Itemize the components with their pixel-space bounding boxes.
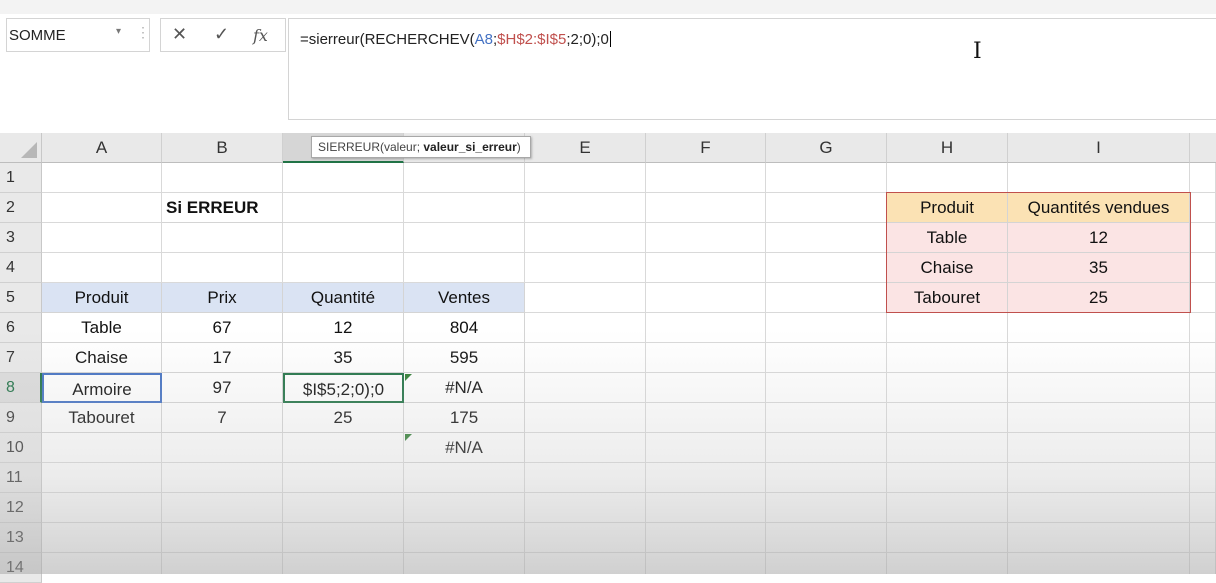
- column-header-h[interactable]: H: [887, 133, 1008, 163]
- row-header-1[interactable]: 1: [0, 163, 42, 193]
- grid-row-line: [42, 552, 1216, 553]
- row-header-6[interactable]: 6: [0, 313, 42, 343]
- tooltip-text: SIERREUR(valeur;: [318, 140, 424, 154]
- grid-column-line: [765, 163, 766, 574]
- cell-i2-header[interactable]: Quantités vendues: [1008, 193, 1190, 223]
- grid-row-line: [42, 462, 1216, 463]
- cell-b6[interactable]: 67: [162, 313, 283, 343]
- cell-a5-header[interactable]: Produit: [42, 283, 162, 313]
- cell-b9[interactable]: 7: [162, 403, 283, 433]
- row-header-14[interactable]: 14: [0, 553, 42, 583]
- row-header-3[interactable]: 3: [0, 223, 42, 253]
- tooltip-close-paren: ): [516, 140, 521, 154]
- formula-bar-area: SOMME ▾ ⋮ ✕ ✓ fx =sierreur(RECHERCHEV(A8…: [0, 14, 1216, 133]
- formula-bar-separator-icon: ⋮: [136, 24, 150, 40]
- cell-d8[interactable]: #N/A: [404, 373, 525, 403]
- row-header-4[interactable]: 4: [0, 253, 42, 283]
- cell-c6[interactable]: 12: [283, 313, 404, 343]
- select-all-corner[interactable]: [0, 133, 42, 163]
- row-header-13[interactable]: 13: [0, 523, 42, 553]
- column-header-j[interactable]: [1190, 133, 1216, 163]
- text-cursor: [609, 31, 611, 47]
- name-box[interactable]: SOMME ▾: [6, 18, 150, 52]
- cell-a6[interactable]: Table: [42, 313, 162, 343]
- cell-d6[interactable]: 804: [404, 313, 525, 343]
- insert-function-icon[interactable]: fx: [253, 26, 268, 45]
- cell-c5-header[interactable]: Quantité: [283, 283, 404, 313]
- row-header-11[interactable]: 11: [0, 463, 42, 493]
- grid-column-line: [645, 163, 646, 574]
- row-header-10[interactable]: 10: [0, 433, 42, 463]
- cell-d9[interactable]: 175: [404, 403, 525, 433]
- column-header-g[interactable]: G: [766, 133, 887, 163]
- top-menu-strip: [0, 0, 1216, 15]
- function-tooltip[interactable]: SIERREUR(valeur; valeur_si_erreur): [311, 136, 531, 158]
- formula-buttons: ✕ ✓ fx: [160, 18, 286, 52]
- cell-i4[interactable]: 35: [1008, 253, 1190, 283]
- cell-b8[interactable]: 97: [162, 373, 283, 403]
- grid-row-line: [42, 492, 1216, 493]
- name-box-value: SOMME: [9, 27, 66, 44]
- enter-check-icon[interactable]: ✓: [214, 24, 229, 45]
- cell-d7[interactable]: 595: [404, 343, 525, 373]
- cell-d5-header[interactable]: Ventes: [404, 283, 525, 313]
- formula-suffix: ;2;0);0: [566, 31, 609, 48]
- cell-d10[interactable]: #N/A: [404, 433, 525, 463]
- row-header-8[interactable]: 8: [0, 373, 42, 403]
- cell-b7[interactable]: 17: [162, 343, 283, 373]
- cell-a7[interactable]: Chaise: [42, 343, 162, 373]
- error-indicator-icon: [405, 374, 412, 381]
- cell-i5[interactable]: 25: [1008, 283, 1190, 313]
- formula-prefix: =sierreur(RECHERCHEV(: [300, 31, 475, 48]
- column-header-f[interactable]: F: [646, 133, 766, 163]
- cell-a9[interactable]: Tabouret: [42, 403, 162, 433]
- cell-c7[interactable]: 35: [283, 343, 404, 373]
- name-box-dropdown-icon[interactable]: ▾: [116, 26, 121, 37]
- cell-i3[interactable]: 12: [1008, 223, 1190, 253]
- row-header-9[interactable]: 9: [0, 403, 42, 433]
- cancel-icon[interactable]: ✕: [172, 24, 187, 45]
- ibeam-cursor-icon: I: [973, 39, 982, 64]
- row-header-2[interactable]: 2: [0, 193, 42, 223]
- column-header-i[interactable]: I: [1008, 133, 1190, 163]
- cell-b2-title[interactable]: Si ERREUR: [162, 193, 283, 223]
- row-header-7[interactable]: 7: [0, 343, 42, 373]
- grid-row-line: [42, 522, 1216, 523]
- tooltip-current-arg: valeur_si_erreur: [423, 140, 517, 154]
- formula-ref-range: $H$2:$I$5: [497, 31, 567, 48]
- formula-text: =sierreur(RECHERCHEV(A8;$H$2:$I$5;2;0);0: [300, 31, 611, 48]
- cell-h4[interactable]: Chaise: [887, 253, 1008, 283]
- cell-h3[interactable]: Table: [887, 223, 1008, 253]
- formula-ref-a8: A8: [474, 31, 493, 48]
- column-header-b[interactable]: B: [162, 133, 283, 163]
- cell-c9[interactable]: 25: [283, 403, 404, 433]
- column-header-a[interactable]: A: [42, 133, 162, 163]
- cell-b5-header[interactable]: Prix: [162, 283, 283, 313]
- cell-h5[interactable]: Tabouret: [887, 283, 1008, 313]
- row-header-5[interactable]: 5: [0, 283, 42, 313]
- formula-input[interactable]: =sierreur(RECHERCHEV(A8;$H$2:$I$5;2;0);0…: [288, 18, 1216, 120]
- cell-a8-referenced[interactable]: Armoire: [42, 373, 162, 403]
- cell-h2-header[interactable]: Produit: [887, 193, 1008, 223]
- cell-c8-active-editing[interactable]: $I$5;2;0);0: [283, 373, 404, 403]
- error-indicator-icon: [405, 434, 412, 441]
- row-header-12[interactable]: 12: [0, 493, 42, 523]
- column-header-e[interactable]: E: [525, 133, 646, 163]
